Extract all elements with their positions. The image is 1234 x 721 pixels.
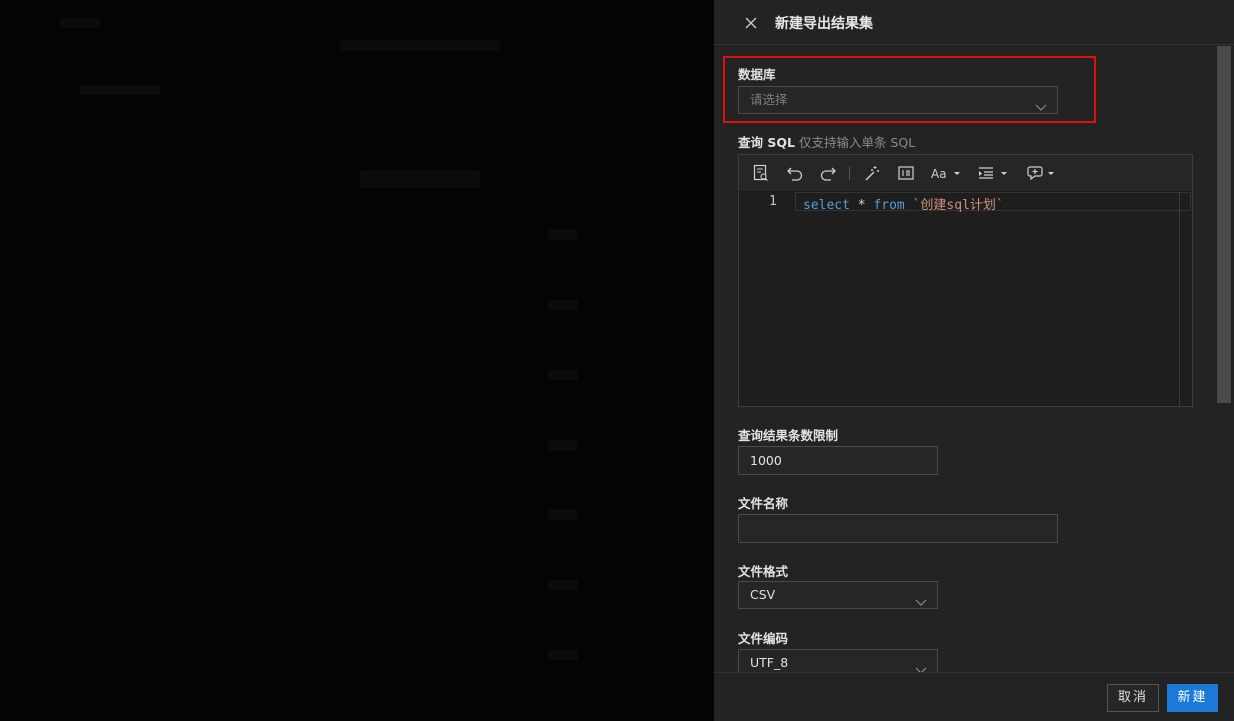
file-name-input[interactable] xyxy=(738,514,1058,543)
drawer-footer: 取消 新建 xyxy=(714,672,1234,721)
file-encoding-label: 文件编码 xyxy=(738,631,789,646)
dim-background-text xyxy=(340,40,500,50)
dim-background-text xyxy=(548,370,578,380)
code-area[interactable]: 1 select * from `创建sql计划` xyxy=(739,192,1192,406)
sql-editor[interactable]: Aa 1 select * from `创建sql计划` xyxy=(738,154,1193,407)
magic-wand-icon[interactable] xyxy=(863,164,881,182)
sql-keyword-select: select xyxy=(803,198,850,213)
sql-keyword-from: from xyxy=(873,198,905,213)
sql-table-name: `创建sql计划` xyxy=(912,198,1004,213)
dim-background-text xyxy=(80,85,160,95)
editor-scrollbar-track[interactable] xyxy=(1179,192,1180,406)
drawer-body: 数据库 请选择 查询 SQL 仅支持输入单条 SQL Aa 1 select *… xyxy=(714,46,1216,672)
format-preview-icon[interactable] xyxy=(753,164,769,182)
chevron-down-icon xyxy=(915,658,927,672)
dim-background-text xyxy=(548,440,578,450)
line-number: 1 xyxy=(769,194,777,209)
database-label: 数据库 xyxy=(738,67,776,82)
cancel-button[interactable]: 取消 xyxy=(1107,684,1159,712)
file-encoding-value: UTF_8 xyxy=(750,655,789,670)
dim-background-text xyxy=(548,510,578,520)
sql-star: * xyxy=(857,198,866,213)
create-button[interactable]: 新建 xyxy=(1167,684,1218,712)
file-name-label: 文件名称 xyxy=(738,496,789,511)
sql-hint: 仅支持输入单条 SQL xyxy=(798,135,916,150)
font-size-icon[interactable]: Aa xyxy=(931,164,961,182)
toolbar-divider xyxy=(849,167,850,180)
dim-background-text xyxy=(360,170,480,188)
sql-label-text: 查询 SQL xyxy=(738,135,795,150)
drawer-header: 新建导出结果集 xyxy=(714,0,1234,45)
file-format-value: CSV xyxy=(750,587,776,602)
dim-background-text xyxy=(548,300,578,310)
chevron-down-icon xyxy=(1035,95,1047,111)
dim-background-text xyxy=(548,230,578,240)
svg-text:Aa: Aa xyxy=(931,167,947,181)
file-format-label: 文件格式 xyxy=(738,564,789,579)
insert-field-icon[interactable] xyxy=(897,164,915,182)
indent-icon[interactable] xyxy=(977,164,1009,182)
sql-code-line: select * from `创建sql计划` xyxy=(803,194,1004,213)
sql-label: 查询 SQL 仅支持输入单条 SQL xyxy=(738,132,915,151)
database-select-placeholder: 请选择 xyxy=(750,92,788,107)
export-result-drawer: 新建导出结果集 数据库 请选择 查询 SQL 仅支持输入单条 SQL Aa 1 … xyxy=(714,0,1234,721)
file-format-select[interactable]: CSV xyxy=(738,581,938,609)
dim-background-text xyxy=(548,650,578,660)
undo-icon[interactable] xyxy=(786,164,804,182)
database-select[interactable]: 请选择 xyxy=(738,86,1058,114)
dim-background-text xyxy=(60,18,100,28)
close-icon[interactable] xyxy=(744,15,758,29)
redo-icon[interactable] xyxy=(819,164,837,182)
file-encoding-select[interactable]: UTF_8 xyxy=(738,649,938,672)
chevron-down-icon xyxy=(915,590,927,606)
drawer-title: 新建导出结果集 xyxy=(775,16,873,32)
limit-input[interactable]: 1000 xyxy=(738,446,938,475)
editor-toolbar: Aa xyxy=(739,155,1192,192)
snippet-icon[interactable] xyxy=(1026,164,1056,182)
dim-background-text xyxy=(548,580,578,590)
limit-label: 查询结果条数限制 xyxy=(738,428,839,443)
background-overlay[interactable] xyxy=(0,0,714,721)
drawer-scrollbar[interactable] xyxy=(1217,46,1231,403)
